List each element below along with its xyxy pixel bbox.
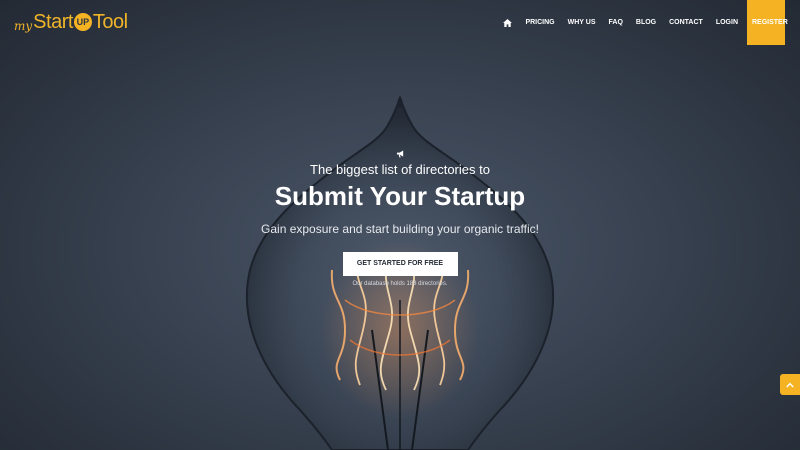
main-nav: PRICING WHY US FAQ BLOG CONTACT LOGIN RE…	[503, 0, 788, 45]
site-logo[interactable]: my Start UP Tool	[14, 8, 128, 36]
nav-item-why-us[interactable]: WHY US	[568, 0, 596, 45]
logo-my-text: my	[14, 19, 33, 33]
logo-start-text: Start	[33, 10, 73, 33]
database-note: Our database holds 188 directories.	[352, 281, 448, 287]
nav-item-pricing[interactable]: PRICING	[525, 0, 554, 45]
logo-tool-text: Tool	[92, 10, 128, 33]
hero-subline: Gain exposure and start building your or…	[261, 222, 539, 236]
megaphone-icon	[396, 150, 403, 158]
hero-headline: Submit Your Startup	[274, 181, 526, 211]
nav-item-faq[interactable]: FAQ	[609, 0, 623, 45]
nav-item-login[interactable]: LOGIN	[716, 0, 738, 45]
register-button[interactable]: REGISTER	[747, 0, 788, 45]
page: my Start UP Tool PRICING WHY US FAQ BLOG…	[0, 0, 800, 450]
nav-item-blog[interactable]: BLOG	[636, 0, 656, 45]
nav-item-contact[interactable]: CONTACT	[669, 0, 703, 45]
site-header: my Start UP Tool PRICING WHY US FAQ BLOG…	[0, 0, 800, 45]
logo-up-badge: UP	[73, 13, 92, 31]
chevron-up-icon	[786, 382, 794, 387]
get-started-button[interactable]: GET STARTED FOR FREE	[342, 252, 458, 276]
scroll-to-top-button[interactable]	[780, 374, 800, 395]
hero-section: The biggest list of directories to Submi…	[0, 150, 800, 287]
hero-tagline: The biggest list of directories to	[310, 162, 490, 177]
home-icon[interactable]	[503, 18, 513, 27]
